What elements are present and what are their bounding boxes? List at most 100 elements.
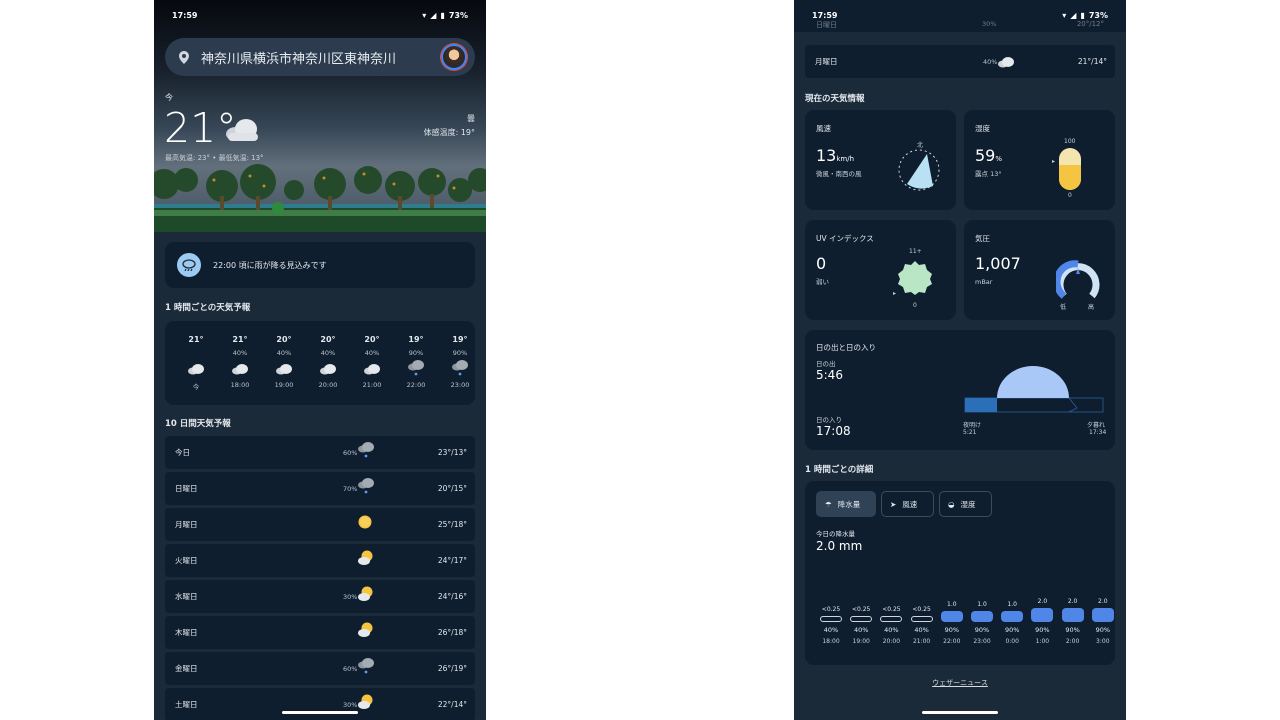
hourly-time: 20:00 <box>318 381 338 389</box>
precip-amount: <0.25 <box>882 606 901 613</box>
sunrise-label: 日の出 <box>816 360 836 368</box>
chip-wind[interactable]: ➤ 風速 <box>881 491 934 517</box>
rain-alert-icon <box>177 253 201 277</box>
weather-screen-main: 17:59 ▾ ◢ ▮ 73% 神奈川県横浜市神奈川区東神奈川 今 21° 最高… <box>154 0 486 720</box>
uv-title: UV インデックス <box>816 234 874 243</box>
rain-cloud-icon <box>396 359 436 379</box>
location-text: 神奈川県横浜市神奈川区東神奈川 <box>201 51 397 67</box>
day-precip: 40% <box>983 57 998 66</box>
uv-description: 弱い <box>816 278 829 286</box>
precip-amount: <0.25 <box>912 606 931 613</box>
humidity-card[interactable]: 湿度 59% 露点 13° 100 0 ▸ <box>964 110 1115 210</box>
precip-time: 22:00 <box>943 638 961 645</box>
daily-row[interactable]: 火曜日 24°/17° <box>165 544 475 577</box>
hourly-temp: 20° <box>276 335 292 344</box>
precip-bar-item: <0.25 40% 21:00 <box>909 606 935 645</box>
chip-humidity[interactable]: ◒ 湿度 <box>939 491 992 517</box>
precip-bar <box>880 616 903 622</box>
sun-path-graph <box>964 366 1104 413</box>
rain-cloud-icon <box>357 442 375 462</box>
hourly-temp: 20° <box>364 335 380 344</box>
daily-row[interactable]: 木曜日 26°/18° <box>165 616 475 649</box>
precip-bar-item: 1.0 90% 22:00 <box>939 601 965 645</box>
precip-bar-item: 2.0 90% 3:00 <box>1090 598 1116 645</box>
humidity-max-label: 100 <box>1064 138 1076 145</box>
pressure-card[interactable]: 気圧 1,007 mBar 低 高 <box>964 220 1115 320</box>
battery-percent: 73% <box>1088 10 1108 20</box>
hourly-precip: 40% <box>364 349 380 357</box>
humidity-gauge <box>1059 148 1081 190</box>
hourly-temp: 20° <box>320 335 336 344</box>
precip-bar <box>1091 608 1114 622</box>
gesture-nav-bar[interactable] <box>282 711 358 714</box>
hourly-item: 20° 40% 19:00 <box>264 335 304 389</box>
precip-amount: 2.0 <box>1098 598 1108 605</box>
sun-icon <box>357 514 373 532</box>
battery-icon: ▮ <box>1080 10 1085 20</box>
precip-amount: <0.25 <box>821 606 841 613</box>
chip-precipitation[interactable]: ☂ 降水量 <box>816 491 876 517</box>
daily-row[interactable]: 水曜日 30% 24°/16° <box>165 580 475 613</box>
precip-time: 19:00 <box>852 638 870 645</box>
precip-bar-item: 2.0 90% 2:00 <box>1060 598 1086 645</box>
rain-alert-card[interactable]: 22:00 頃に雨が降る見込みです <box>165 242 475 288</box>
account-avatar[interactable] <box>441 44 467 70</box>
precip-total-value: 2.0 mm <box>816 539 863 553</box>
hourly-item: 21° 40% 18:00 <box>220 335 260 389</box>
day-name: 土曜日 <box>175 700 198 709</box>
wifi-icon: ▾ <box>1062 10 1067 20</box>
location-pin-icon <box>179 50 189 64</box>
daily-row[interactable]: 日曜日 70% 20°/15° <box>165 472 475 505</box>
pressure-unit: mBar <box>975 278 993 286</box>
status-bar: 17:59 ▾ ◢ ▮ 73% <box>154 0 486 30</box>
now-label: 今 <box>165 93 173 102</box>
precip-amount: 1.0 <box>947 601 957 608</box>
hourly-item: 19° 90% 23:00 <box>440 335 480 389</box>
daily-row[interactable]: 土曜日 30% 22°/14° <box>165 688 475 720</box>
precip-time: 18:00 <box>822 638 840 645</box>
weather-news-link[interactable]: ウェザーニュース <box>794 678 1126 688</box>
dawn-label: 夜明け <box>963 422 982 429</box>
gesture-nav-bar[interactable] <box>922 711 998 714</box>
humidity-value: 59 <box>975 146 996 165</box>
day-temps: 22°/14° <box>437 700 467 709</box>
precip-bar <box>940 611 963 622</box>
hourly-time: 23:00 <box>450 381 470 389</box>
landscape-illustration <box>154 164 486 232</box>
daily-row[interactable]: 今日 60% 23°/13° <box>165 436 475 469</box>
precip-probability: 90% <box>1095 626 1111 634</box>
wind-description: 微風・南西の風 <box>816 170 862 178</box>
cloud-icon <box>226 119 258 141</box>
wind-value: 13 <box>816 146 837 165</box>
hourly-item: 19° 90% 22:00 <box>396 335 436 389</box>
hourly-time: 22:00 <box>406 381 426 389</box>
location-search-bar[interactable]: 神奈川県横浜市神奈川区東神奈川 <box>165 38 475 76</box>
precip-amount: 2.0 <box>1067 598 1078 605</box>
hourly-time: 21:00 <box>362 381 382 389</box>
wind-card[interactable]: 風速 13km/h 微風・南西の風 北 <box>805 110 956 210</box>
dusk-label: 夕暮れ <box>1087 422 1106 429</box>
wifi-icon: ▾ <box>422 10 427 20</box>
precip-bar <box>910 616 933 622</box>
status-time: 17:59 <box>172 10 198 20</box>
day-name: 木曜日 <box>175 628 198 637</box>
day-precip: 60% <box>343 448 358 457</box>
cloud-icon <box>176 359 216 379</box>
daily-row-monday[interactable]: 月曜日 40% 21°/14° <box>805 45 1115 78</box>
uv-index-card[interactable]: UV インデックス 0 弱い 11+ 0 ▸ <box>805 220 956 320</box>
hourly-forecast-card[interactable]: 21° 今 21° 40% 18:00 20° 40% 19:00 20° 40% 20:00 20°… <box>165 321 475 405</box>
precip-time: 20:00 <box>882 638 901 645</box>
humidity-title: 湿度 <box>975 124 990 133</box>
water-drop-icon: ◒ <box>948 499 955 509</box>
humidity-unit: % <box>995 155 1003 163</box>
pressure-high-label: 高 <box>1088 304 1095 311</box>
dew-point: 露点 13° <box>975 170 1002 178</box>
hourly-precip: 40% <box>276 349 292 357</box>
day-temps: 21°/14° <box>1077 57 1107 66</box>
precip-probability: 90% <box>1065 626 1080 634</box>
weather-screen-details: 17:59 ▾ ◢ ▮ 73% 日曜日 30% 20°/12° 月曜日 40% … <box>794 0 1126 720</box>
precip-probability: 90% <box>974 626 990 634</box>
sunrise-sunset-card[interactable]: 日の出と日の入り 日の出 5:46 日の入り 17:08 夜明け 5:21 夕暮… <box>805 330 1115 450</box>
daily-row[interactable]: 月曜日 25°/18° <box>165 508 475 541</box>
daily-row[interactable]: 金曜日 60% 26°/19° <box>165 652 475 685</box>
